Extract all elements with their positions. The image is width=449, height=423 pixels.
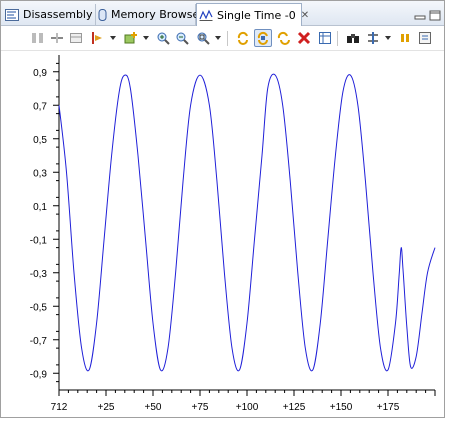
sync-dropdown-icon[interactable] — [385, 36, 391, 40]
tab-label: Disassembly — [23, 8, 93, 21]
toolbar-separator — [227, 31, 228, 46]
close-icon[interactable]: ✕ — [301, 10, 309, 21]
tab-single-time[interactable]: Single Time -0 ✕ — [196, 3, 309, 26]
y-tick-label: -0,9 — [30, 369, 48, 380]
graph-toolbar — [1, 26, 444, 51]
zoom-dropdown-icon[interactable] — [215, 36, 221, 40]
maximize-icon[interactable] — [429, 6, 441, 21]
pause-icon[interactable] — [396, 29, 414, 47]
x-tick-label: +100 — [236, 402, 259, 413]
y-tick-label: 0,7 — [33, 101, 47, 112]
single-time-graph[interactable]: 0,9 0,7 0,5 0,3 0,1 -0,1 -0,3 -0,5 -0,7 -0,9 712 +2… — [1, 51, 446, 419]
tab-memory-browser[interactable]: Memory Browser — [96, 4, 204, 25]
properties-icon[interactable] — [416, 29, 434, 47]
memory-browser-icon — [98, 8, 107, 21]
graph-canvas[interactable]: 0,9 0,7 0,5 0,3 0,1 -0,1 -0,3 -0,5 -0,7 -0,9 712 +2… — [1, 51, 444, 419]
zoom-in-icon[interactable] — [154, 29, 172, 47]
tab-disassembly[interactable]: Disassembly — [3, 4, 96, 25]
y-tick-label: 0,5 — [33, 135, 47, 146]
binoculars-icon[interactable] — [344, 29, 362, 47]
y-tick-label: 0,9 — [33, 68, 47, 79]
graph-view-window: Disassembly Memory Browser Single Time -… — [0, 0, 445, 418]
y-tick-label: -0,1 — [30, 235, 48, 246]
single-time-graph-icon — [199, 9, 213, 21]
x-tick-label: +125 — [283, 402, 306, 413]
x-tick-label: +75 — [192, 402, 209, 413]
toolbar-separator — [337, 31, 338, 46]
add-graph-dropdown-icon[interactable] — [143, 36, 149, 40]
y-tick-label: -0,3 — [30, 269, 48, 280]
view-tab-bar: Disassembly Memory Browser Single Time -… — [1, 1, 444, 26]
sync-icon[interactable] — [364, 29, 382, 47]
y-tick-label: -0,5 — [30, 302, 48, 313]
refresh-all-icon[interactable] — [275, 29, 293, 47]
marker-dropdown-icon[interactable] — [110, 36, 116, 40]
split-layout-icon[interactable] — [48, 29, 66, 47]
x-tick-label: +50 — [145, 402, 162, 413]
x-tick-label: +175 — [377, 402, 400, 413]
x-tick-label: +150 — [330, 402, 353, 413]
tab-label: Memory Browser — [111, 8, 204, 21]
refresh-icon[interactable] — [234, 29, 252, 47]
tab-label: Single Time -0 — [217, 8, 296, 22]
y-tick-label: -0,7 — [30, 336, 48, 347]
y-tick-label: 0,3 — [33, 168, 47, 179]
x-tick-label: 712 — [51, 402, 68, 413]
zoom-fit-icon[interactable] — [194, 29, 212, 47]
minimize-icon[interactable] — [414, 6, 426, 20]
continuous-refresh-icon[interactable] — [254, 29, 272, 47]
delete-icon[interactable] — [295, 29, 313, 47]
table-view-icon[interactable] — [316, 29, 334, 47]
column-layout-icon[interactable] — [29, 29, 47, 47]
table-layout-icon[interactable] — [67, 29, 85, 47]
marker-icon[interactable] — [88, 29, 106, 47]
add-graph-icon[interactable] — [121, 29, 139, 47]
y-tick-label: 0,1 — [33, 202, 47, 213]
x-tick-label: +25 — [98, 402, 115, 413]
zoom-out-icon[interactable] — [173, 29, 191, 47]
disassembly-icon — [5, 8, 19, 21]
signal-series-line — [58, 73, 436, 372]
